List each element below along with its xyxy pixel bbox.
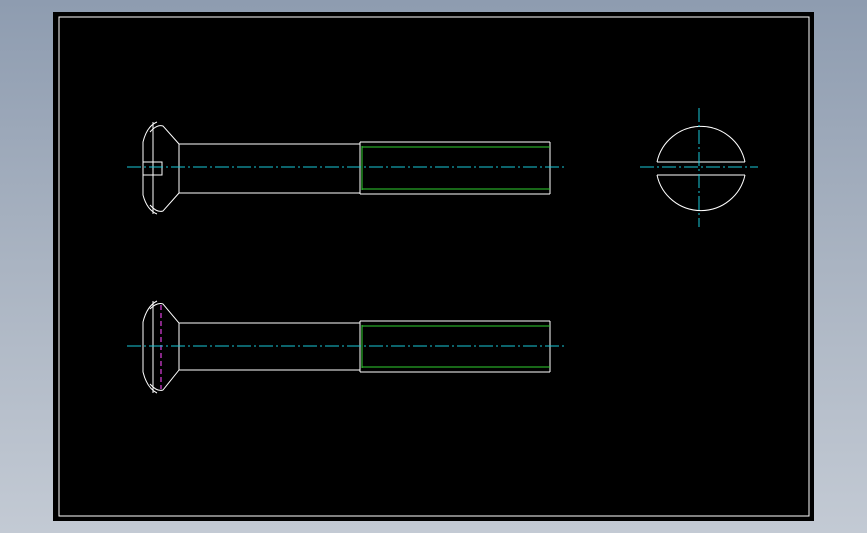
- screw-head-countersink: [149, 125, 180, 212]
- thread-bottom-view: [361, 325, 550, 368]
- screw-head-dome-2: [142, 300, 158, 394]
- cad-viewport[interactable]: [53, 12, 814, 521]
- screw-head-dome: [142, 121, 158, 215]
- screw-end-view: [656, 125, 746, 212]
- screw-head-countersink-2: [149, 303, 180, 391]
- drawing-border: [58, 16, 810, 517]
- screw-top-view: [142, 121, 551, 215]
- drawing-canvas: [58, 16, 810, 517]
- end-view-upper-arc: [656, 125, 746, 163]
- screw-bottom-view: [142, 300, 551, 394]
- end-view-lower-arc: [656, 174, 746, 212]
- thread-top-view: [361, 146, 550, 190]
